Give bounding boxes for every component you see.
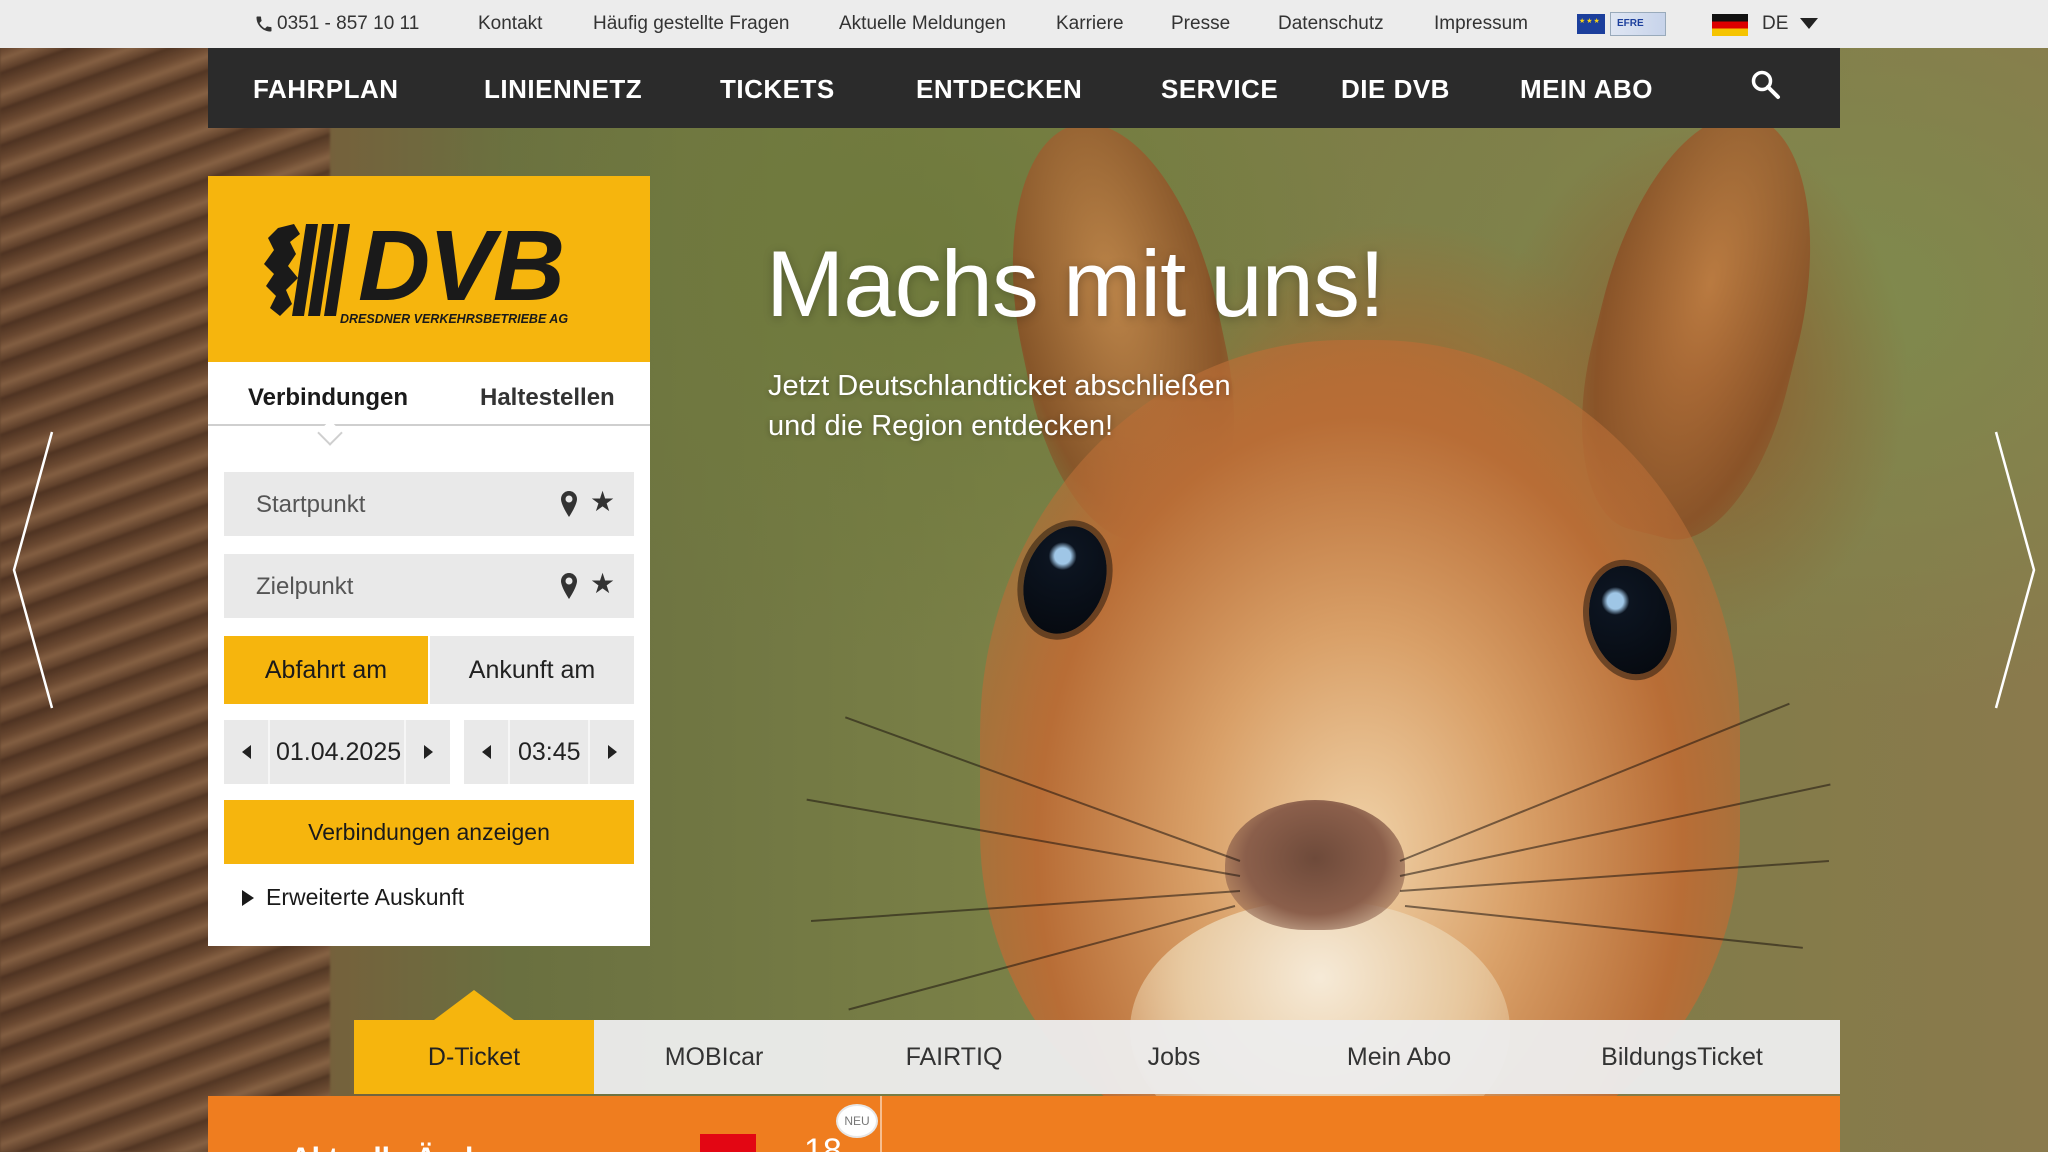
search-icon[interactable]	[1750, 69, 1782, 101]
date-value[interactable]: 01.04.2025	[276, 738, 401, 767]
date-next-button[interactable]	[404, 720, 450, 784]
teaser-active-pointer	[434, 990, 514, 1020]
divider	[880, 1096, 882, 1152]
nav-tickets[interactable]: TICKETS	[720, 74, 835, 105]
caret-right-icon	[607, 745, 617, 759]
date-prev-button[interactable]	[224, 720, 270, 784]
caret-right-icon	[423, 745, 433, 759]
journey-planner: DVB DRESDNER VERKEHRSBETRIEBE AG Verbind…	[208, 176, 650, 946]
teaser-fairtiq[interactable]: FAIRTIQ	[834, 1020, 1074, 1094]
teaser-bildungsticket[interactable]: BildungsTicket	[1524, 1020, 1840, 1094]
slider-next-arrow-icon[interactable]	[1994, 430, 2038, 710]
destination-placeholder: Zielpunkt	[256, 573, 354, 600]
nav-service[interactable]: SERVICE	[1161, 74, 1278, 105]
time-value[interactable]: 03:45	[518, 738, 581, 767]
teaser-tabs: D-Ticket MOBIcar FAIRTIQ Jobs Mein Abo B…	[354, 1020, 1840, 1094]
departure-button[interactable]: Abfahrt am	[224, 636, 428, 704]
map-pin-icon[interactable]	[560, 490, 578, 518]
advanced-search-toggle[interactable]: Erweiterte Auskunft	[242, 884, 464, 911]
arrival-button[interactable]: Ankunft am	[430, 636, 634, 704]
nav-fahrplan[interactable]: FAHRPLAN	[253, 74, 399, 105]
teaser-mobicar[interactable]: MOBIcar	[594, 1020, 834, 1094]
advanced-search-label: Erweiterte Auskunft	[266, 884, 465, 910]
link-aktuelle-meldungen[interactable]: Aktuelle Meldungen	[839, 13, 1006, 35]
logo-wordmark: DVB	[358, 210, 565, 322]
tab-verbindungen[interactable]: Verbindungen	[248, 384, 408, 412]
language-selector[interactable]: DE	[1762, 13, 1788, 35]
nav-die-dvb[interactable]: DIE DVB	[1341, 74, 1450, 105]
news-count: 18	[804, 1132, 842, 1152]
eu-flag-icon[interactable]	[1577, 14, 1605, 34]
map-pin-icon[interactable]	[560, 572, 578, 600]
dvb-logo[interactable]: DVB DRESDNER VERKEHRSBETRIEBE AG	[208, 176, 650, 362]
hero-subtitle-line-2: und die Region entdecken!	[768, 410, 1114, 442]
phone-icon	[256, 16, 272, 32]
phone-number[interactable]: 0351 - 857 10 11	[277, 13, 419, 35]
destination-field[interactable]: Zielpunkt ★	[224, 554, 634, 618]
show-connections-button[interactable]: Verbindungen anzeigen	[224, 800, 634, 864]
time-prev-button[interactable]	[464, 720, 510, 784]
hero-title: Machs mit uns!	[766, 231, 1385, 336]
new-badge: NEU	[836, 1104, 878, 1138]
time-next-button[interactable]	[588, 720, 634, 784]
star-icon[interactable]: ★	[590, 488, 615, 516]
lion-emblem-icon	[264, 224, 350, 316]
link-impressum[interactable]: Impressum	[1434, 13, 1528, 35]
news-section: Aktuelle Änd 18 NEU	[208, 1096, 1840, 1152]
teaser-jobs[interactable]: Jobs	[1074, 1020, 1274, 1094]
alert-tile[interactable]	[700, 1134, 756, 1152]
start-placeholder: Startpunkt	[256, 491, 366, 518]
nav-liniennetz[interactable]: LINIENNETZ	[484, 74, 642, 105]
nav-mein-abo[interactable]: MEIN ABO	[1520, 74, 1653, 105]
logo-subtitle: DRESDNER VERKEHRSBETRIEBE AG	[340, 312, 569, 326]
hero-subtitle-line-1: Jetzt Deutschlandticket abschließen	[768, 370, 1231, 402]
link-kontakt[interactable]: Kontakt	[478, 13, 542, 35]
efre-logo[interactable]: EFRE	[1610, 12, 1666, 36]
news-heading: Aktuelle Änd	[290, 1142, 473, 1152]
teaser-mein-abo[interactable]: Mein Abo	[1274, 1020, 1524, 1094]
date-stepper: 01.04.2025	[224, 720, 450, 784]
caret-left-icon	[481, 745, 491, 759]
link-presse[interactable]: Presse	[1171, 13, 1230, 35]
tab-haltestellen[interactable]: Haltestellen	[480, 384, 615, 412]
teaser-d-ticket[interactable]: D-Ticket	[354, 1020, 594, 1094]
nav-entdecken[interactable]: ENTDECKEN	[916, 74, 1082, 105]
squirrel-nose	[1225, 800, 1405, 930]
hero-subtitle: Jetzt Deutschlandticket abschließen und …	[768, 366, 1231, 446]
link-datenschutz[interactable]: Datenschutz	[1278, 13, 1384, 35]
caret-left-icon	[241, 745, 251, 759]
main-navigation: FAHRPLAN LINIENNETZ TICKETS ENTDECKEN SE…	[208, 48, 1840, 128]
utility-bar: 0351 - 857 10 11 Kontakt Häufig gestellt…	[0, 0, 2048, 48]
chevron-down-icon[interactable]	[1800, 18, 1818, 29]
caret-right-icon	[242, 890, 254, 906]
link-karriere[interactable]: Karriere	[1056, 13, 1124, 35]
german-flag-icon[interactable]	[1712, 14, 1748, 36]
time-stepper: 03:45	[464, 720, 634, 784]
star-icon[interactable]: ★	[590, 570, 615, 598]
link-faq[interactable]: Häufig gestellte Fragen	[593, 13, 789, 35]
efre-label: EFRE	[1617, 18, 1644, 29]
start-field[interactable]: Startpunkt ★	[224, 472, 634, 536]
slider-prev-arrow-icon[interactable]	[10, 430, 54, 710]
